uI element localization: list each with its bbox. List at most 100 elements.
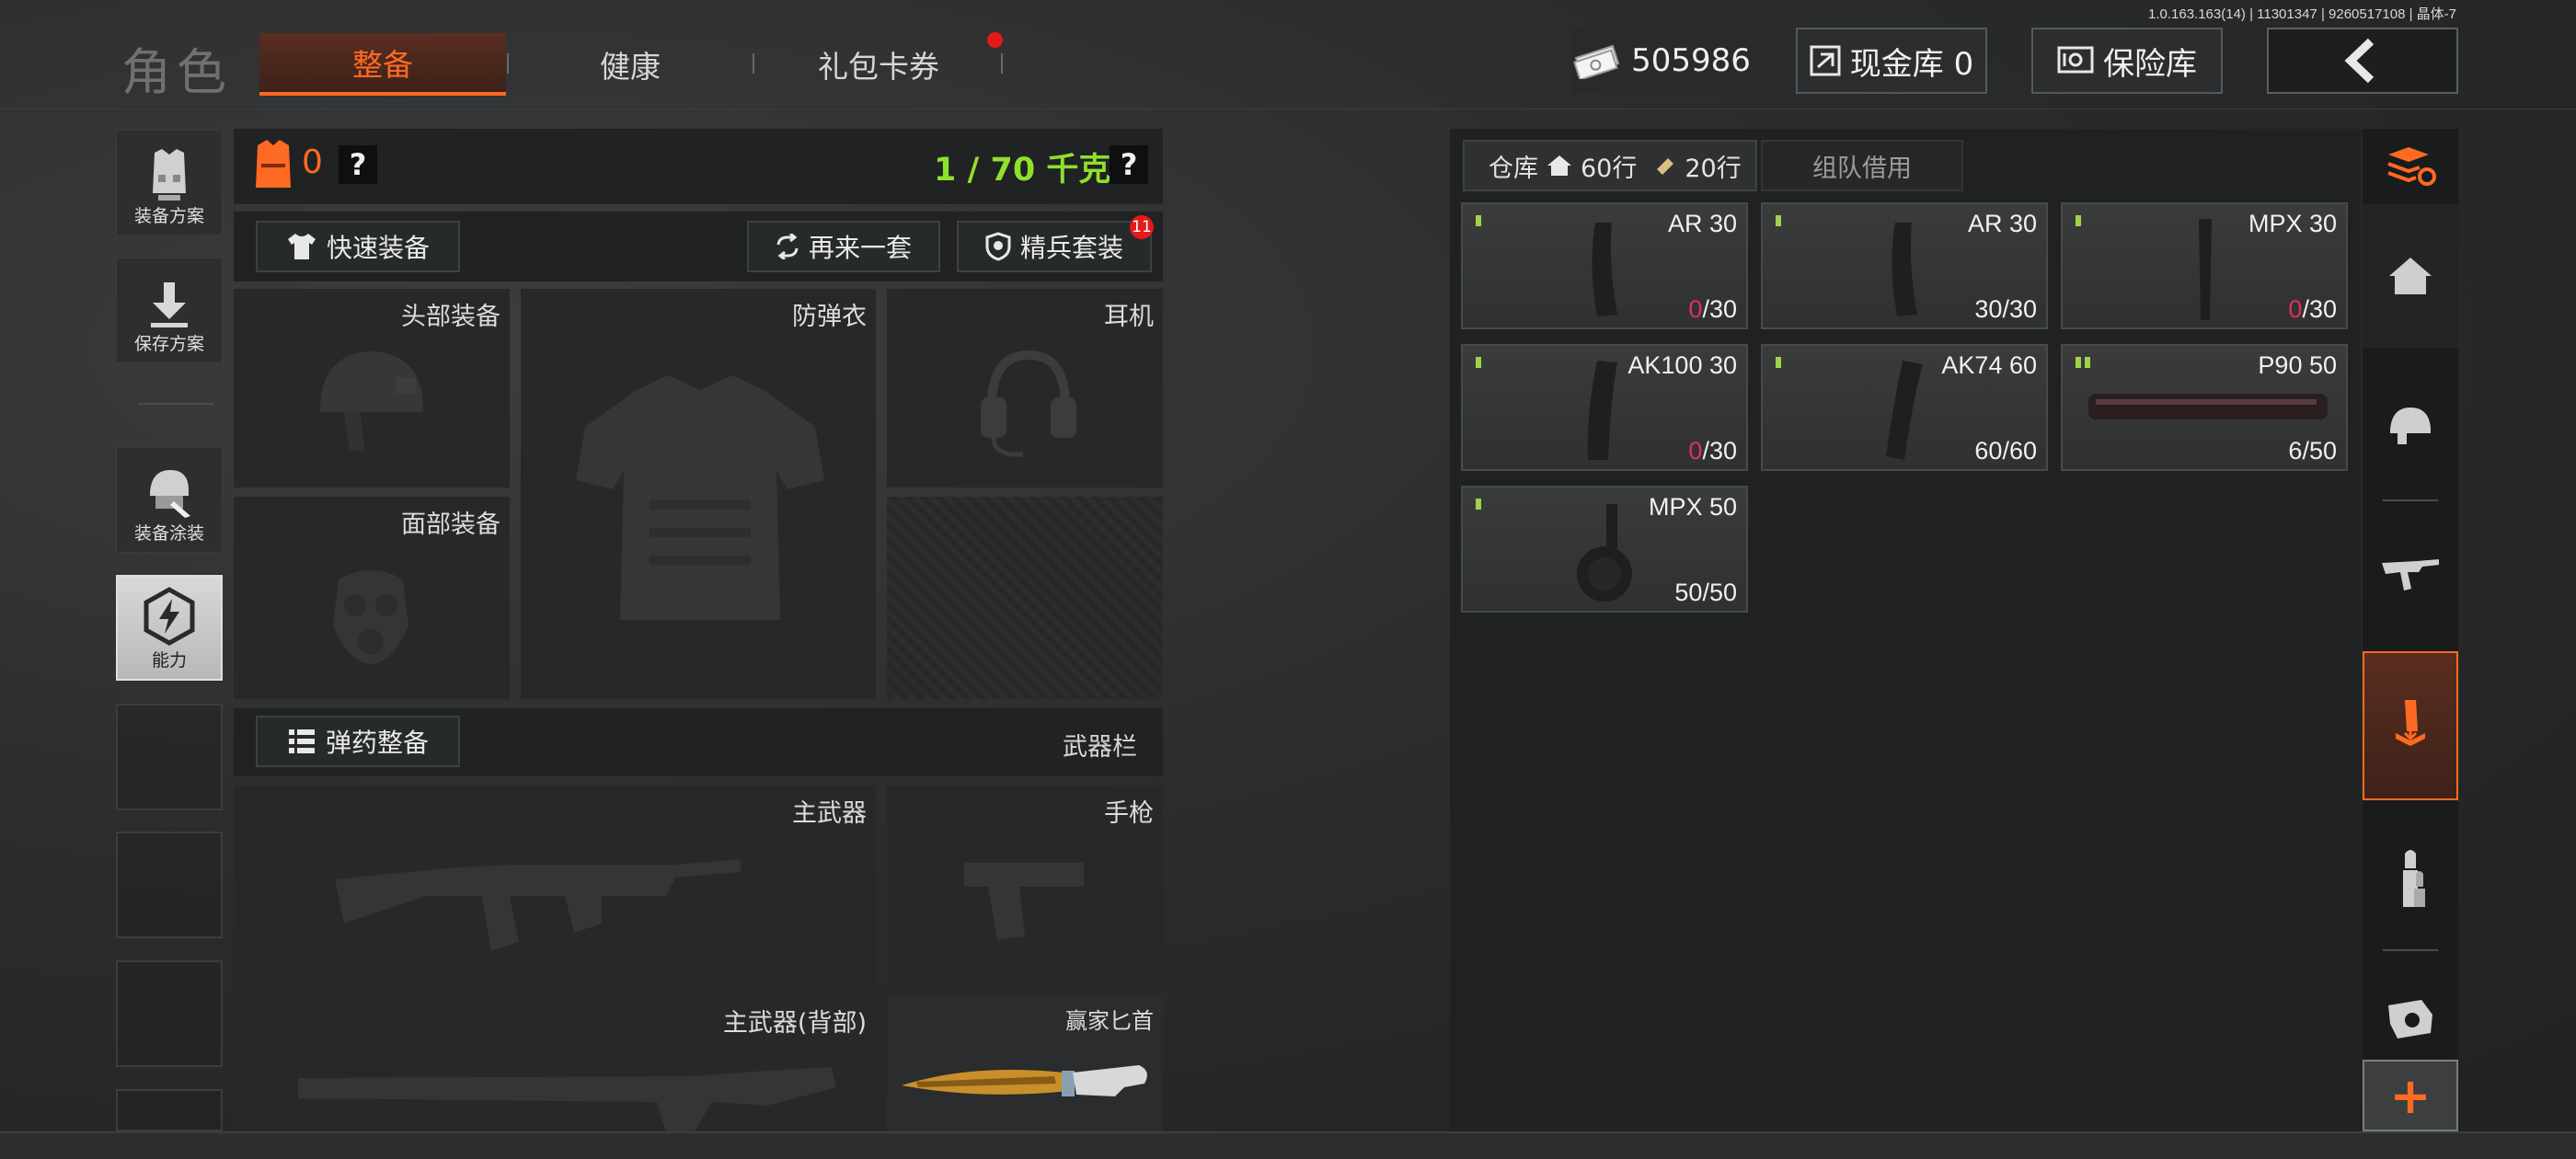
sidebar-item-paint[interactable]: 装备涂装 (116, 447, 223, 553)
magazine-icon (1886, 361, 1923, 460)
rarity-mark (1476, 215, 1481, 226)
money-amount: 505986 (1631, 42, 1751, 79)
tab-divider (753, 53, 754, 74)
chevron-left-icon (2344, 38, 2375, 84)
page-title: 角色 (121, 43, 232, 101)
shield-icon (985, 232, 1011, 261)
slot-headset[interactable]: 耳机 (887, 289, 1163, 488)
ammo-icon (288, 729, 315, 753)
inventory-item[interactable]: AK100 30 0/30 (1461, 344, 1748, 471)
back-button[interactable] (2267, 28, 2458, 94)
empty-slot (116, 1089, 223, 1131)
sidebar-item-equip-plan[interactable]: 装备方案 (116, 130, 223, 235)
weight-display: 1 / 70 千克 (934, 152, 1111, 189)
sidebar-item-label: 装备涂装 (133, 523, 204, 544)
magazine-icon (2199, 219, 2212, 320)
filter-rifle[interactable] (2363, 517, 2458, 631)
slot-armor[interactable]: 防弹衣 (521, 289, 876, 699)
slot-melee[interactable]: 赢家匕首 (887, 995, 1163, 1131)
pistol-icon (964, 863, 1084, 940)
safe-vault-button[interactable]: 保险库 (2031, 28, 2223, 94)
inventory-item[interactable]: MPX 30 0/30 (2061, 202, 2348, 329)
money-display: 505986 (1571, 28, 1752, 94)
tab-gift-coupons[interactable]: 礼包卡券 (773, 33, 984, 96)
slot-head[interactable]: 头部装备 (234, 289, 510, 488)
rarity-mark (2085, 357, 2090, 368)
sidebar-item-ability[interactable]: 能力 (116, 575, 223, 681)
inventory-item[interactable]: AR 30 30/30 (1761, 202, 2048, 329)
drum-magazine-icon (1577, 504, 1632, 602)
shirt-icon (287, 234, 316, 259)
rifle-back-icon (298, 1067, 836, 1133)
notification-dot (987, 32, 1003, 48)
reroll-button[interactable]: 再来一套 (747, 221, 940, 272)
rarity-mark (1776, 357, 1781, 368)
scope-icon (2388, 1000, 2432, 1039)
cash-icon (1573, 44, 1620, 79)
body-armor-icon (576, 375, 824, 620)
sidebar-item-label: 保存方案 (133, 334, 204, 354)
bullet-icon (2403, 850, 2425, 907)
sidebar-item-label: 能力 (151, 650, 187, 671)
sidebar-divider (138, 403, 213, 405)
filter-helmet[interactable] (2363, 368, 2458, 482)
magazine-icon (1587, 361, 1617, 460)
download-icon (151, 282, 188, 327)
p90-magazine-icon (2088, 394, 2328, 419)
cash-vault-button[interactable]: 现金库 0 (1796, 28, 1987, 94)
tab-divider (507, 53, 509, 74)
magazine-icon (1892, 223, 1917, 316)
filter-ammo[interactable] (2363, 819, 2458, 938)
headset-icon (981, 350, 1076, 457)
slot-primary-weapon-back[interactable]: 主武器(背部) (234, 995, 876, 1133)
rarity-mark (2076, 215, 2081, 226)
elite-set-button[interactable]: 精兵套装 (957, 221, 1152, 272)
helmet-icon (2390, 407, 2431, 444)
tab-warehouse[interactable]: 仓库 60行 20行 (1463, 140, 1757, 191)
weight-help-icon[interactable]: ? (1110, 145, 1148, 184)
weapon-bar-label: 武器栏 (1063, 733, 1137, 762)
inventory-item[interactable]: AK74 60 60/60 (1761, 344, 2048, 471)
inventory-item[interactable]: MPX 50 50/50 (1461, 486, 1748, 613)
helmet-paint-icon (150, 470, 190, 518)
help-icon[interactable]: ? (339, 145, 377, 184)
rarity-mark (1476, 357, 1481, 368)
gas-mask-icon (333, 570, 408, 664)
tab-health[interactable]: 健康 (534, 33, 727, 96)
slot-primary-weapon[interactable]: 主武器 (234, 786, 876, 986)
empty-slot (116, 960, 223, 1067)
refresh-icon (776, 234, 799, 259)
assault-rifle-icon (335, 859, 742, 951)
slot-pistol[interactable]: 手枪 (887, 786, 1163, 986)
safe-icon (2057, 46, 2094, 74)
empty-slot (116, 832, 223, 938)
tab-divider (1001, 53, 1003, 74)
cash-vault-icon (1810, 45, 1841, 76)
tab-equip[interactable]: 整备 (259, 33, 506, 96)
golden-knife-icon (902, 1065, 1147, 1096)
quick-equip-button[interactable]: 快速装备 (256, 221, 460, 272)
filter-home[interactable] (2363, 204, 2458, 348)
add-button[interactable]: + (2363, 1060, 2458, 1131)
slot-face[interactable]: 面部装备 (234, 497, 510, 699)
inventory-item[interactable]: P90 50 6/50 (2061, 344, 2348, 471)
filter-magazine[interactable] (2363, 651, 2458, 800)
stack-refresh-button[interactable] (2363, 129, 2458, 202)
sidebar-item-label: 装备方案 (133, 206, 204, 226)
filter-attachment[interactable] (2363, 975, 2458, 1063)
rarity-mark (2076, 357, 2081, 368)
ammo-equip-button[interactable]: 弹药整备 (256, 716, 460, 767)
lightning-icon (144, 587, 195, 646)
empty-slot (116, 704, 223, 810)
slot-locked (887, 497, 1163, 699)
home-icon (1547, 155, 1571, 176)
ticket-icon (1657, 158, 1674, 175)
sidebar-divider (2383, 949, 2438, 951)
helmet-icon (320, 351, 423, 451)
inventory-item[interactable]: AR 30 0/30 (1461, 202, 1748, 329)
sidebar-item-save-plan[interactable]: 保存方案 (116, 258, 223, 363)
home-icon (2389, 258, 2432, 294)
magazine-icon (1592, 223, 1617, 316)
elite-set-badge: 11 (1130, 215, 1154, 239)
tab-team-borrow[interactable]: 组队借用 (1761, 140, 1963, 191)
